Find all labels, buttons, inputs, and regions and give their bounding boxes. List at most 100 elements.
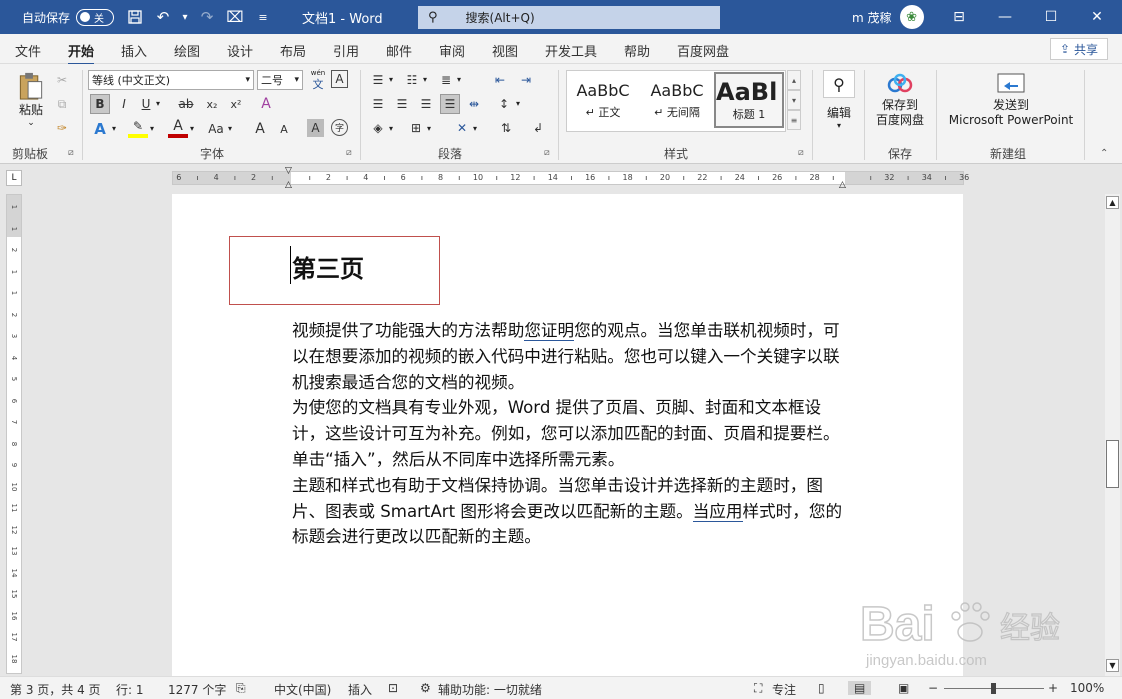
zoom-slider[interactable] <box>944 683 1044 694</box>
chevron-down-icon[interactable]: ▾ <box>389 124 393 133</box>
scroll-thumb[interactable] <box>1106 440 1119 488</box>
zoom-out-icon[interactable]: − <box>928 681 938 695</box>
tab-insert[interactable]: 插入 <box>121 41 147 60</box>
tab-selector-icon[interactable]: L <box>6 170 22 186</box>
line-spacing-icon[interactable]: ↕ <box>494 94 514 114</box>
italic-button[interactable]: I <box>114 94 134 114</box>
collapse-ribbon-icon[interactable]: ⌃ <box>1100 148 1108 159</box>
autosave-toggle[interactable]: 关 <box>76 8 115 26</box>
clear-formatting-button[interactable]: A <box>256 94 276 114</box>
sort-icon[interactable]: ⇅ <box>496 118 516 138</box>
tab-developer[interactable]: 开发工具 <box>545 41 597 60</box>
paragraph-1[interactable]: 视频提供了功能强大的方法帮助您证明您的观点。当您单击联机视频时，可以在想要添加的… <box>292 318 854 395</box>
first-line-indent-icon[interactable]: ▽ <box>285 166 292 176</box>
paragraph-3[interactable]: 主题和样式也有助于文档保持协调。当您单击设计并选择新的主题时，图片、图表或 Sm… <box>292 473 854 550</box>
format-painter-icon[interactable]: ✑ <box>52 118 72 138</box>
phonetic-guide-button[interactable]: wén 文 <box>307 68 329 92</box>
web-layout-icon[interactable]: ▣ <box>898 681 909 695</box>
proofing-icon[interactable]: ⎘ <box>236 681 246 696</box>
line-indicator[interactable]: 行: 1 <box>116 681 144 698</box>
chevron-down-icon[interactable]: ▾ <box>190 124 194 133</box>
enclose-characters-button[interactable]: 字 <box>331 119 348 136</box>
strikethrough-button[interactable]: ab <box>176 94 196 114</box>
macro-recording-icon[interactable]: ⊡ <box>388 681 398 695</box>
vertical-ruler[interactable]: 1 1 2 1 1 2 3 4 5 6 7 8 9 10 11 12 13 14 15 16 17 18 <box>6 194 22 674</box>
tab-baidu-netdisk[interactable]: 百度网盘 <box>677 41 729 60</box>
vertical-scrollbar[interactable]: ▲ ▼ <box>1105 194 1120 676</box>
language-indicator[interactable]: 中文(中国) <box>274 681 331 698</box>
underline-button[interactable]: U <box>136 94 156 114</box>
bold-button[interactable]: B <box>90 94 110 114</box>
more-styles-icon[interactable]: ≡ <box>787 110 801 130</box>
zoom-slider-thumb[interactable] <box>991 683 996 694</box>
chevron-down-icon[interactable]: ▾ <box>427 124 431 133</box>
style-no-spacing[interactable]: AaBbC ↵ 无间隔 <box>642 72 712 128</box>
chevron-down-icon[interactable]: ▾ <box>457 75 461 84</box>
page-indicator[interactable]: 第 3 页，共 4 页 <box>10 681 101 698</box>
word-count[interactable]: 1277 个字 <box>168 681 226 698</box>
font-launcher-icon[interactable]: ⧄ <box>346 148 352 158</box>
character-shading-button[interactable]: A <box>307 119 324 137</box>
chevron-down-icon[interactable]: ▾ <box>516 99 520 108</box>
save-to-baidu-button[interactable]: 保存到 百度网盘 <box>872 72 928 128</box>
chevron-down-icon[interactable]: ▾ <box>787 90 801 110</box>
focus-mode[interactable]: 专注 <box>772 681 796 698</box>
close-button[interactable]: ✕ <box>1074 0 1120 34</box>
justify-icon[interactable]: ☰ <box>440 94 460 114</box>
borders-icon[interactable]: ⊞ <box>406 118 426 138</box>
share-button[interactable]: ⇪ 共享 <box>1050 38 1108 60</box>
highlight-button[interactable]: ✎ <box>128 118 148 138</box>
cut-icon[interactable]: ✂ <box>52 70 72 90</box>
paragraph-2[interactable]: 为使您的文档具有专业外观，Word 提供了页眉、页脚、封面和文本框设计，这些设计… <box>292 395 854 472</box>
undo-dropdown-icon[interactable]: ▾ <box>180 6 190 28</box>
increase-indent-icon[interactable]: ⇥ <box>516 70 536 90</box>
change-case-button[interactable]: Aa <box>206 119 226 139</box>
document-heading[interactable]: 第三页 <box>292 249 364 284</box>
read-mode-icon[interactable]: ▯ <box>818 681 825 695</box>
tab-references[interactable]: 引用 <box>333 41 359 60</box>
tab-view[interactable]: 视图 <box>492 41 518 60</box>
tab-review[interactable]: 审阅 <box>439 41 465 60</box>
chevron-down-icon[interactable]: ▾ <box>473 124 477 133</box>
font-color-button[interactable]: A <box>168 118 188 138</box>
grow-font-button[interactable]: A <box>250 119 270 139</box>
clipboard-launcher-icon[interactable]: ⧄ <box>68 148 74 158</box>
editing-button[interactable]: ⚲ 编辑 ▾ <box>822 70 856 132</box>
align-left-icon[interactable]: ☰ <box>368 94 388 114</box>
paste-dropdown-icon[interactable]: ⌄ <box>27 118 35 128</box>
numbering-icon[interactable]: ☷ <box>402 70 422 90</box>
search-box[interactable]: ⚲ 搜索(Alt+Q) <box>418 6 720 29</box>
scroll-down-icon[interactable]: ▼ <box>1106 659 1119 672</box>
touch-mode-icon[interactable]: ⌧ <box>224 6 246 28</box>
bullets-icon[interactable]: ☰ <box>368 70 388 90</box>
chevron-down-icon[interactable]: ▾ <box>389 75 393 84</box>
paragraph-launcher-icon[interactable]: ⧄ <box>544 148 550 158</box>
paste-button[interactable]: 粘贴 ⌄ <box>14 70 48 128</box>
zoom-level[interactable]: 100% <box>1070 681 1104 695</box>
align-center-icon[interactable]: ☰ <box>392 94 412 114</box>
tab-file[interactable]: 文件 <box>15 41 41 60</box>
character-border-button[interactable]: A <box>331 70 348 88</box>
user-account[interactable]: m 茂稼 ❀ <box>852 0 924 34</box>
multilevel-list-icon[interactable]: ≣ <box>436 70 456 90</box>
insert-mode[interactable]: 插入 <box>348 681 372 698</box>
copy-icon[interactable]: ⧉ <box>52 94 72 114</box>
autosave[interactable]: 自动保存 关 <box>22 0 115 34</box>
undo-icon[interactable]: ↶ <box>152 6 174 28</box>
shrink-font-button[interactable]: A <box>274 119 294 139</box>
subscript-button[interactable]: x₂ <box>202 94 222 114</box>
style-normal[interactable]: AaBbC ↵ 正文 <box>568 72 638 128</box>
chevron-down-icon[interactable]: ▾ <box>156 99 160 108</box>
decrease-indent-icon[interactable]: ⇤ <box>490 70 510 90</box>
focus-icon[interactable]: ⛶ <box>754 681 762 696</box>
customize-qat-icon[interactable]: ≡ <box>252 6 274 28</box>
right-indent-icon[interactable]: △ <box>839 180 846 190</box>
font-name-combo[interactable]: 等线 (中文正文) ▾ <box>88 70 254 90</box>
chevron-down-icon[interactable]: ▾ <box>228 124 232 133</box>
document-body[interactable]: 视频提供了功能强大的方法帮助您证明您的观点。当您单击联机视频时，可以在想要添加的… <box>292 318 854 550</box>
zoom-in-icon[interactable]: + <box>1048 681 1058 695</box>
tab-design[interactable]: 设计 <box>227 41 253 60</box>
print-layout-icon[interactable]: ▤ <box>848 681 872 695</box>
text-effects-button[interactable]: A <box>90 119 110 139</box>
tab-layout[interactable]: 布局 <box>280 41 306 60</box>
